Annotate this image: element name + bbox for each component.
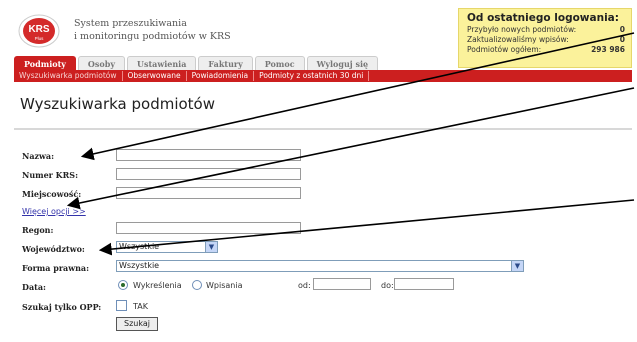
annotation-arrow [80,32,635,161]
annotation-arrow [66,87,635,210]
annotation-arrows [66,32,635,256]
annotation-arrow [98,199,635,256]
